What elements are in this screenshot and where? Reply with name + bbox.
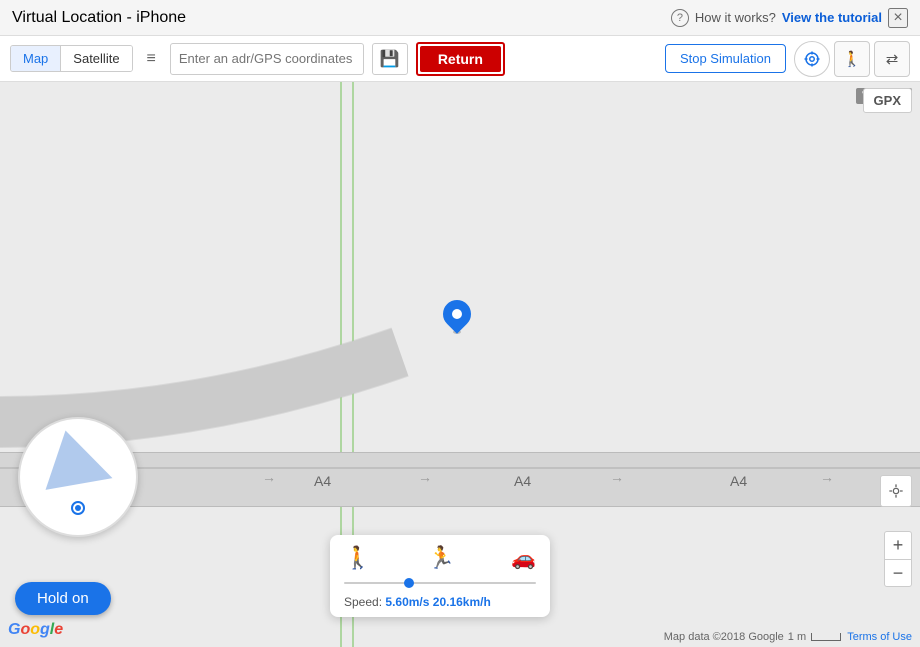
close-button[interactable]: × [888,8,908,28]
walk-icon: 🚶 [344,545,371,571]
road-inner-stripe [0,467,920,469]
terms-of-use-link[interactable]: Terms of Use [847,631,912,643]
map-satellite-toggle: Map Satellite [10,45,133,72]
route-icon-button[interactable]: ⇄ [874,41,910,77]
zoom-in-button[interactable]: + [884,531,912,559]
toolbar-right-icons: 🚶 ⇄ [794,41,910,77]
zoom-group: + − [884,531,912,587]
target-icon-button[interactable] [880,475,912,507]
location-target-icon-button[interactable] [794,41,830,77]
right-button-group [880,475,912,507]
speed-panel: 🚶 🏃 🚗 Speed: 5.60m/s 20.16km/h [330,535,550,617]
titlebar: Virtual Location - iPhone ? How it works… [0,0,920,36]
speed-value-mps: 5.60m/s [385,595,429,609]
speed-slider[interactable] [344,577,536,589]
coordinate-input[interactable] [170,43,364,75]
satellite-tab-button[interactable]: Satellite [61,46,131,71]
compass-dot-inner [75,505,81,511]
toolbar: Map Satellite ≡ 💾 Return Stop Simulation… [0,36,920,82]
how-it-works-text: How it works? [695,10,776,25]
walk-mode-icon-button[interactable]: 🚶 [834,41,870,77]
speed-label: Speed: [344,595,382,609]
speed-icons-row: 🚶 🏃 🚗 [344,545,536,571]
arrow-5: → [820,469,834,485]
view-tutorial-link[interactable]: View the tutorial [782,10,882,25]
pin-outer [437,294,477,334]
zoom-out-button[interactable]: − [884,559,912,587]
app-title: Virtual Location - iPhone [12,9,186,27]
a4-label-2: A4 [314,473,331,489]
arrow-4: → [610,469,624,485]
compass-dot [71,501,85,515]
gpx-button[interactable]: GPX [863,88,912,113]
speed-slider-track [344,582,536,584]
compass-circle [18,417,138,537]
map-data-text: Map data ©2018 Google [664,631,784,643]
arrow-3: → [418,469,432,485]
return-button-wrapper: Return [416,42,505,76]
list-icon-button[interactable]: ≡ [141,46,162,72]
scale-line [811,633,841,641]
compass-sector [36,424,113,490]
a4-label-4: A4 [730,473,747,489]
hold-on-button[interactable]: Hold on [15,582,111,615]
car-icon: 🚗 [511,546,536,571]
speed-text: Speed: 5.60m/s 20.16km/h [344,595,536,609]
location-pin [443,300,471,334]
scale-label: 1 m [788,631,843,643]
help-icon: ? [671,9,689,27]
help-area: ? How it works? View the tutorial × [671,8,908,28]
return-button[interactable]: Return [420,46,501,72]
map-tab-button[interactable]: Map [11,46,61,71]
run-icon: 🏃 [428,545,455,571]
speed-slider-thumb [404,578,414,588]
stop-simulation-button[interactable]: Stop Simulation [665,44,786,73]
map-footer: Map data ©2018 Google 1 m Terms of Use [664,631,912,643]
save-icon-button[interactable]: 💾 [372,43,408,75]
a4-label-3: A4 [514,473,531,489]
google-logo: Google [8,621,63,639]
arrow-2: → [262,469,276,485]
speed-value-kmh: 20.16km/h [433,595,491,609]
pin-inner [450,307,464,321]
map-container[interactable]: Ver 1.4.3 A4 A4 A4 A4 → → → → → Hold on … [0,82,920,647]
